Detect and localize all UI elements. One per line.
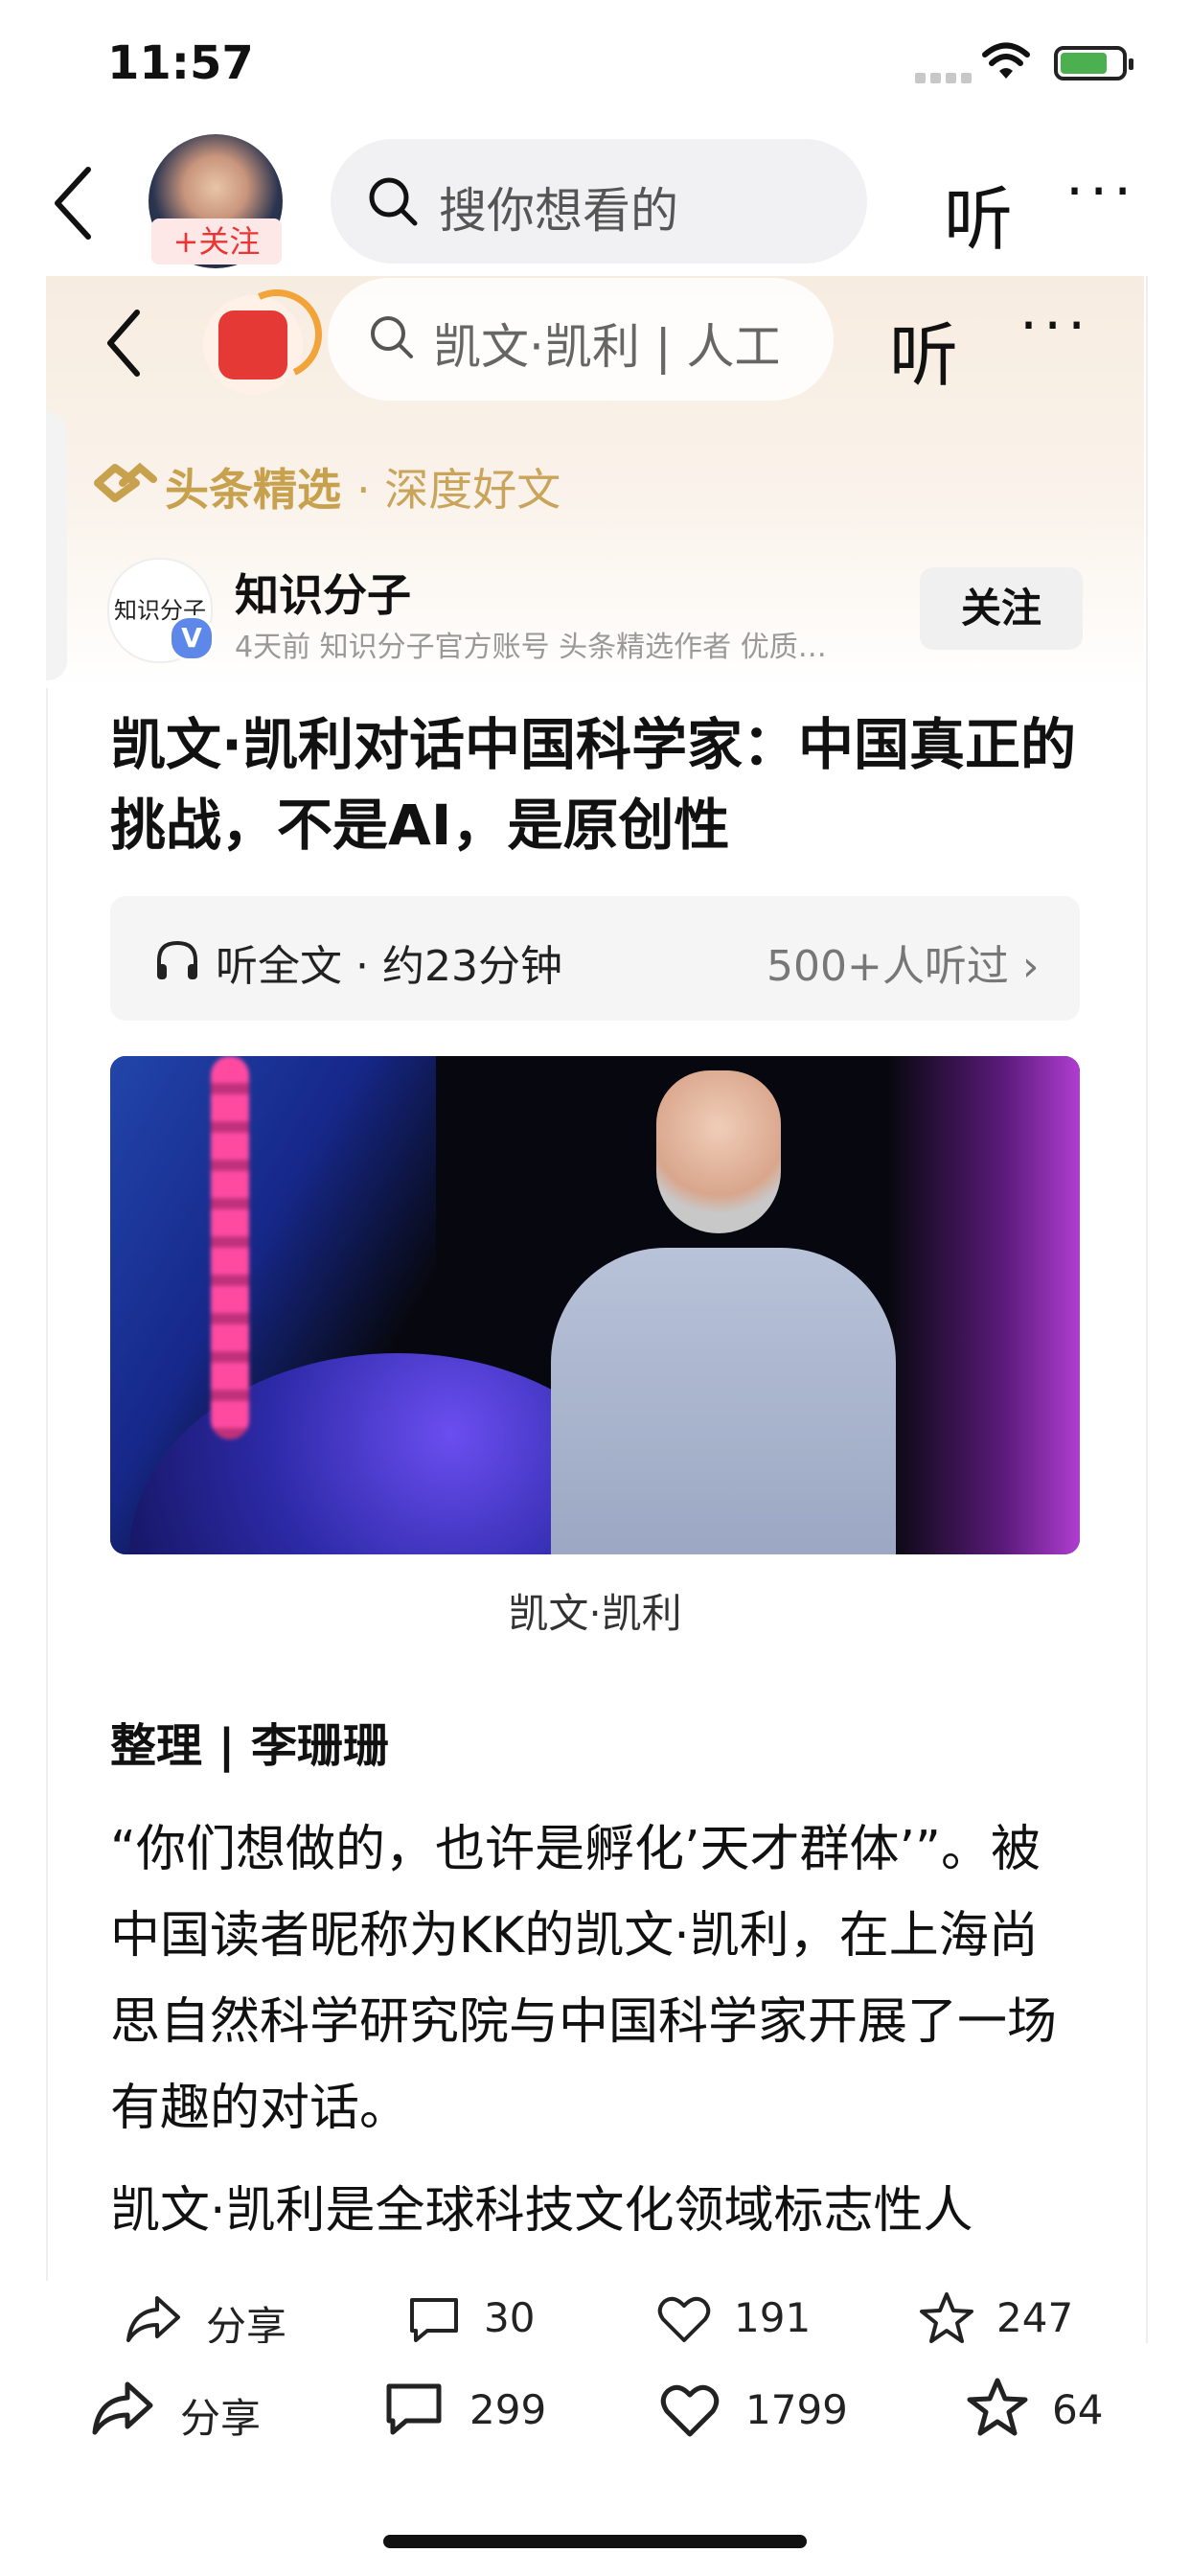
like-icon[interactable]: [659, 2382, 721, 2438]
share-label[interactable]: 分享: [180, 2386, 261, 2445]
article-hero-image[interactable]: [110, 1056, 1080, 1554]
back-button[interactable]: [50, 165, 98, 242]
follow-button[interactable]: 关注: [920, 567, 1083, 650]
image-caption: 凯文·凯利: [508, 1590, 682, 1637]
brand-sub: · 深度好文: [356, 464, 561, 516]
comment-icon[interactable]: [383, 2380, 445, 2438]
inner-comment-count[interactable]: 30: [484, 2294, 535, 2341]
inner-comment-icon[interactable]: [406, 2294, 462, 2346]
listen-full-label: 听全文 · 约23分钟: [216, 942, 562, 991]
wifi-icon: [982, 42, 1030, 80]
inner-like-count[interactable]: 191: [734, 2294, 811, 2341]
inner-share-icon[interactable]: [125, 2292, 182, 2346]
search-placeholder: 搜你想看的: [439, 183, 678, 239]
author-line: 整理 | 李珊珊: [110, 1719, 389, 1773]
brand-name: 头条精选: [165, 464, 341, 516]
side-drawer-handle[interactable]: [46, 412, 67, 680]
favorite-count[interactable]: 64: [1052, 2386, 1103, 2433]
inner-back-button[interactable]: [101, 305, 149, 381]
listen-button[interactable]: 听: [944, 163, 1013, 264]
share-icon[interactable]: [91, 2379, 154, 2438]
home-indicator[interactable]: [383, 2535, 807, 2548]
paragraph-2: 凯文·凯利是全球科技文化领域标志性人: [110, 2182, 973, 2240]
inner-listen-button[interactable]: 听: [889, 299, 958, 400]
publisher-name[interactable]: 知识分子: [235, 561, 411, 624]
inner-favorite-icon[interactable]: [918, 2290, 975, 2346]
inner-search-text: 凯文·凯利 | 人工: [433, 319, 778, 375]
brand-label: 头条精选 · 深度好文: [165, 455, 561, 518]
battery-icon: [1054, 46, 1133, 80]
like-count[interactable]: 1799: [745, 2386, 848, 2433]
cellular-signal-icon: [915, 69, 976, 87]
verified-badge-icon: V: [169, 615, 215, 661]
comment-count[interactable]: 299: [469, 2386, 546, 2433]
favorite-icon[interactable]: [966, 2377, 1029, 2438]
paragraph-1: “你们想做的，也许是孵化’天才群体’”。被中国读者昵称为KK的凯文·凯利，在上海…: [110, 1821, 1058, 2137]
inner-like-icon[interactable]: [656, 2294, 712, 2344]
toutiao-logo-icon: [203, 276, 335, 395]
search-icon: [367, 175, 419, 227]
article-title: 凯文·凯利对话中国科学家：中国真正的挑战，不是AI，是原创性: [110, 712, 1077, 858]
headphones-icon: [153, 937, 201, 983]
status-time: 11:57: [107, 36, 254, 90]
brand-mark-icon: [94, 460, 157, 504]
publisher-meta: 4天前 知识分子官方账号 头条精选作者 优质…: [235, 631, 827, 664]
follow-tag-button[interactable]: +关注: [151, 218, 282, 264]
inner-more-button[interactable]: ···: [1019, 292, 1091, 359]
inner-favorite-count[interactable]: 247: [996, 2294, 1073, 2341]
listen-count: 500+人听过 ›: [767, 942, 1040, 991]
inner-search-icon: [369, 314, 415, 360]
more-button[interactable]: ···: [1065, 158, 1137, 225]
